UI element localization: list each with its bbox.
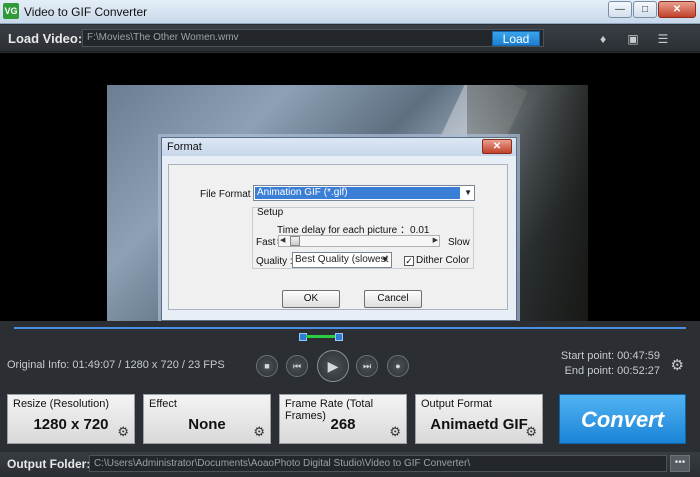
end-point: End point: 00:52:27: [564, 365, 660, 377]
trim-range: [306, 335, 338, 338]
load-video-label: Load Video:: [8, 31, 83, 46]
quality-label: Quality :: [256, 256, 293, 267]
comment-icon[interactable]: ▣: [626, 32, 640, 46]
window-title: Video to GIF Converter: [24, 5, 148, 19]
dialog-title-bar: Format ✕: [162, 138, 516, 156]
resize-label: Resize (Resolution): [13, 398, 109, 410]
original-info: Original Info: 01:49:07 / 1280 x 720 / 2…: [7, 359, 225, 371]
play-icon[interactable]: ▶: [317, 350, 349, 382]
output-format-value: Animaetd GIF: [430, 416, 528, 433]
ok-button[interactable]: OK: [282, 290, 340, 308]
notes-icon[interactable]: ☰: [656, 32, 670, 46]
window-controls: — □ ✕: [608, 1, 696, 18]
next-icon[interactable]: ⏭: [356, 355, 378, 377]
effect-panel[interactable]: Effect None ⚙: [143, 394, 271, 444]
output-folder-label: Output Folder:: [7, 457, 91, 471]
previous-icon[interactable]: ⏮: [286, 355, 308, 377]
fast-label: Fast: [256, 237, 276, 248]
gear-icon[interactable]: ⚙: [389, 424, 401, 440]
cancel-button[interactable]: Cancel: [364, 290, 422, 308]
slider-left-arrow-icon[interactable]: ◀: [280, 236, 285, 246]
slider-right-arrow-icon[interactable]: ▶: [433, 236, 438, 246]
gear-icon[interactable]: ⚙: [671, 356, 684, 374]
convert-button[interactable]: Convert: [559, 394, 686, 444]
playback-controls: Original Info: 01:49:07 / 1280 x 720 / 2…: [0, 321, 700, 385]
quality-select[interactable]: Best Quality (slowest ▼: [292, 252, 392, 268]
chevron-down-icon[interactable]: ▼: [464, 188, 472, 197]
browse-button[interactable]: •••: [670, 455, 690, 472]
stop-icon[interactable]: ■: [256, 355, 278, 377]
load-video-bar: Load Video: F:\Movies\The Other Women.wm…: [0, 25, 700, 52]
close-icon[interactable]: ✕: [658, 1, 696, 18]
file-format-value: Animation GIF (*.gif): [255, 187, 460, 199]
output-folder-bar: Output Folder: C:\Users\Administrator\Do…: [0, 452, 700, 477]
title-bar: VG Video to GIF Converter — □ ✕: [0, 0, 700, 24]
frame-rate-panel[interactable]: Frame Rate (Total Frames) 268 ⚙: [279, 394, 407, 444]
gear-icon[interactable]: ⚙: [525, 424, 537, 440]
file-format-select[interactable]: Animation GIF (*.gif) ▼: [253, 185, 475, 201]
effect-value: None: [188, 416, 226, 433]
checkbox-checked-icon[interactable]: ✓: [404, 256, 414, 266]
dialog-body: File Format : Animation GIF (*.gif) ▼ Se…: [168, 164, 508, 310]
timeline-bar[interactable]: [14, 327, 686, 329]
slider-thumb[interactable]: [290, 236, 300, 246]
setup-group: Setup Time delay for each picture ：0.01 …: [252, 207, 474, 269]
setup-label: Setup: [257, 207, 284, 218]
resize-value: 1280 x 720: [33, 416, 109, 433]
quality-value: Best Quality (slowest: [295, 254, 389, 265]
maximize-icon[interactable]: □: [633, 1, 657, 18]
format-dialog: Format ✕ File Format : Animation GIF (*.…: [161, 137, 517, 321]
dialog-close-icon[interactable]: ✕: [482, 139, 512, 154]
dialog-title: Format: [167, 141, 202, 153]
effect-label: Effect: [149, 398, 177, 410]
delay-slider[interactable]: ◀ ▶: [278, 235, 440, 247]
load-button[interactable]: Load: [492, 31, 540, 46]
tag-icon[interactable]: ♦: [596, 32, 610, 46]
trim-points: Start point: 00:47:59 End point: 00:52:2…: [561, 349, 660, 379]
snapshot-icon[interactable]: ●: [387, 355, 409, 377]
output-format-panel[interactable]: Output Format Animaetd GIF ⚙: [415, 394, 543, 444]
gear-icon[interactable]: ⚙: [117, 424, 129, 440]
frame-rate-value: 268: [330, 416, 356, 433]
minimize-icon[interactable]: —: [608, 1, 632, 18]
resize-panel[interactable]: Resize (Resolution) 1280 x 720 ⚙: [7, 394, 135, 444]
trim-end-handle[interactable]: [335, 333, 343, 341]
app-logo-icon: VG: [3, 3, 19, 19]
gear-icon[interactable]: ⚙: [253, 424, 265, 440]
start-point: Start point: 00:47:59: [560, 350, 660, 362]
output-format-label: Output Format: [421, 398, 492, 410]
app-window: VG Video to GIF Converter — □ ✕ Load Vid…: [0, 0, 700, 477]
dither-label: Dither Color: [416, 255, 470, 266]
video-path-input[interactable]: F:\Movies\The Other Women.wmv: [82, 29, 544, 47]
file-format-label: File Format :: [200, 189, 257, 200]
output-folder-input[interactable]: C:\Users\Administrator\Documents\AoaoPho…: [89, 455, 667, 472]
dither-checkbox[interactable]: ✓ Dither Color: [404, 255, 469, 266]
chevron-down-icon[interactable]: ▼: [381, 253, 389, 267]
slow-label: Slow: [448, 237, 470, 248]
